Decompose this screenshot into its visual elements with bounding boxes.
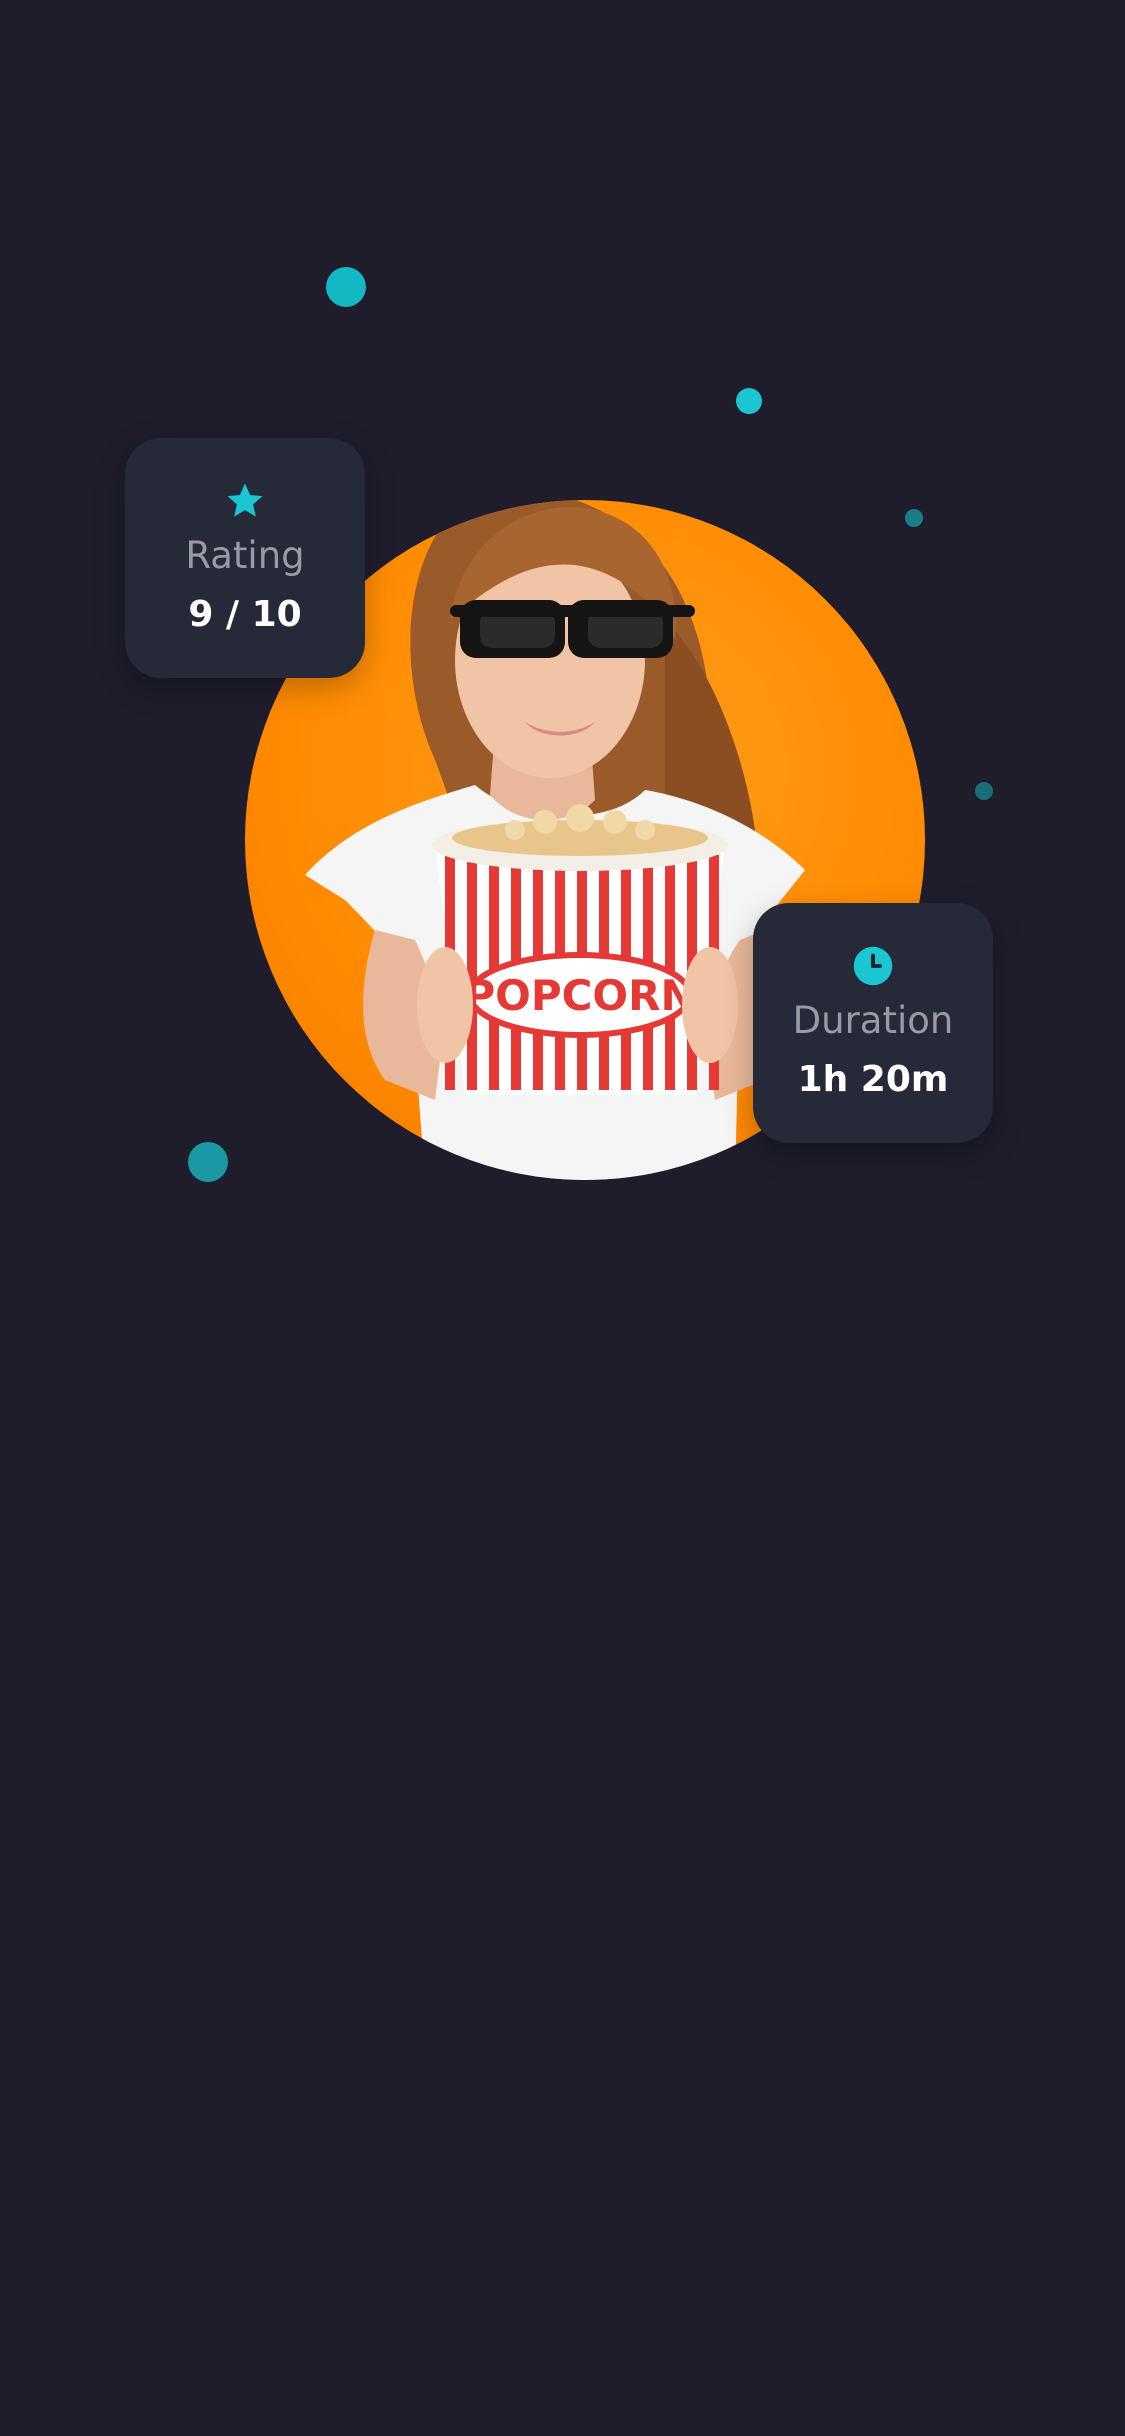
rating-value: 9 / 10 (188, 594, 302, 635)
rating-label: Rating (185, 534, 305, 577)
duration-card: Duration 1h 20m (753, 903, 993, 1143)
star-icon (224, 480, 266, 522)
decorative-dot (736, 388, 762, 414)
decorative-dot (975, 782, 993, 800)
rating-card: Rating 9 / 10 (125, 438, 365, 678)
duration-value: 1h 20m (797, 1059, 949, 1100)
decorative-dot (326, 267, 366, 307)
popcorn-text: POPCORN (464, 971, 695, 1020)
decorative-dot (188, 1142, 228, 1182)
clock-icon (852, 945, 894, 987)
duration-label: Duration (792, 999, 954, 1042)
